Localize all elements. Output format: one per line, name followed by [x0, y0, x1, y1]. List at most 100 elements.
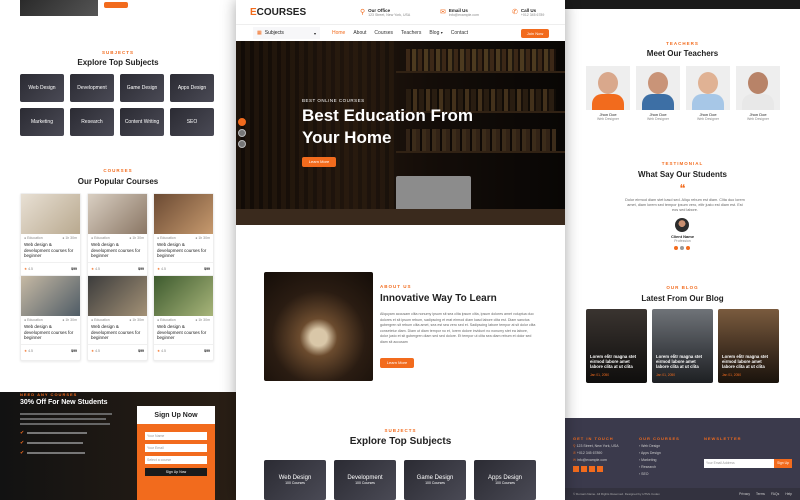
course-title[interactable]: Web design & development courses for beg… [21, 322, 80, 340]
subject-tile-label: SEO [186, 119, 198, 125]
slider-dot[interactable] [238, 140, 246, 148]
course-footer: ★ 4.5 $99 [88, 262, 147, 271]
site-logo[interactable]: ECOURSES [250, 7, 330, 18]
check-icon: ✔ [20, 440, 25, 446]
subject-tile[interactable]: Marketing [20, 108, 64, 136]
course-footer: ★ 4.5 $99 [88, 344, 147, 353]
subject-tile[interactable]: Content Writing [120, 108, 164, 136]
phone-icon: ✆ [573, 451, 576, 455]
subject-tile[interactable]: Web Design [20, 74, 64, 102]
teacher-card[interactable]: Jhon Doe Web Designer [736, 66, 780, 126]
teacher-card[interactable]: Jhon Doe Web Designer [636, 66, 680, 126]
star-icon: ★ [157, 349, 161, 353]
about-learn-more-button[interactable]: Learn More [380, 358, 414, 368]
teacher-card[interactable]: Jhon Doe Web Designer [686, 66, 730, 126]
course-rating: 4.5 [95, 349, 100, 353]
nav-blog[interactable]: Blog ▾ [429, 30, 442, 36]
newsletter-signup-button[interactable]: Sign Up [774, 459, 792, 468]
blog-card[interactable]: Lorem elitr magna stet eirmod labore ame… [718, 309, 779, 383]
blog-card[interactable]: Lorem elitr magna stet eirmod labore ame… [652, 309, 713, 383]
footer-link-text: SEO [641, 472, 649, 476]
footer-link-help[interactable]: Help [785, 492, 792, 496]
footer-course-link[interactable]: › Marketing [639, 458, 680, 462]
slider-dot[interactable] [238, 118, 246, 126]
subject-count: 100 Courses [285, 481, 305, 485]
teacher-card[interactable]: Jhon Doe Web Designer [586, 66, 630, 126]
nav-about[interactable]: About [353, 30, 366, 36]
join-now-button[interactable]: Join Now [521, 28, 549, 38]
blog-label: OUR BLOG [666, 285, 699, 290]
hero-title-line1: Best Education From [302, 106, 473, 125]
nav-home[interactable]: Home [332, 30, 345, 36]
nav-teachers[interactable]: Teachers [401, 30, 421, 36]
course-card[interactable]: ● Education ● 1h 30m Web design & develop… [153, 275, 214, 361]
subject-tile[interactable]: Game Design [120, 74, 164, 102]
subject-tile[interactable]: Development [70, 74, 114, 102]
blog-card[interactable]: Lorem elitr magna stet eirmod labore ame… [586, 309, 647, 383]
course-card[interactable]: ● Education ● 1h 30m Web design & develop… [87, 275, 148, 361]
subject-tile-label: Research [81, 119, 103, 125]
footer-link-privacy[interactable]: Privacy [739, 492, 750, 496]
facebook-icon[interactable] [581, 466, 587, 472]
nav-contact[interactable]: Contact [451, 30, 468, 36]
course-title[interactable]: Web design & development courses for beg… [88, 322, 147, 340]
linkedin-icon[interactable] [589, 466, 595, 472]
subject-tile[interactable]: Development 100 Courses [334, 460, 396, 500]
course-title[interactable]: Web design & development courses for beg… [154, 240, 213, 258]
courses-title: Our Popular Courses [77, 177, 159, 186]
name-field[interactable]: Your Name [145, 432, 207, 440]
slider-dot[interactable] [238, 129, 246, 137]
course-select[interactable]: Select a course [145, 456, 207, 464]
check-icon: ✔ [20, 430, 25, 436]
offer-section: NEED ANY COURSES 30% Off For New Student… [0, 392, 236, 500]
teacher-role: Web Designer [696, 117, 720, 121]
twitter-icon[interactable] [573, 466, 579, 472]
location-icon: ⚲ [573, 444, 576, 448]
course-rating: 4.5 [28, 267, 33, 271]
subject-tile[interactable]: Apps Design [170, 74, 214, 102]
nav-courses[interactable]: Courses [374, 30, 393, 36]
instagram-icon[interactable] [597, 466, 603, 472]
top-fragment-button[interactable] [104, 2, 128, 8]
contact-sub: 123 Street, New York, USA [368, 12, 411, 17]
course-image [154, 194, 213, 234]
course-footer: ★ 4.5 $99 [154, 262, 213, 271]
subject-tile[interactable]: Game Design 100 Courses [404, 460, 466, 500]
course-title[interactable]: Web design & development courses for beg… [88, 240, 147, 258]
copyright-text: © Domain Name. All Rights Reserved. Desi… [573, 492, 660, 496]
hero-eyebrow: BEST ONLINE COURSES [302, 98, 365, 103]
slider-dot[interactable] [674, 246, 678, 250]
subject-tile[interactable]: Research [70, 108, 114, 136]
footer-link-terms[interactable]: Terms [756, 492, 765, 496]
footer-email: ✉ info@example.com [573, 458, 619, 462]
subject-tile[interactable]: Web Design 100 Courses [264, 460, 326, 500]
subject-tile[interactable]: SEO [170, 108, 214, 136]
subject-tile-label: Content Writing [124, 119, 160, 125]
footer-course-link[interactable]: › Apps Design [639, 451, 680, 455]
slider-dot[interactable] [686, 246, 690, 250]
course-title[interactable]: Web design & development courses for beg… [21, 240, 80, 258]
hero-learn-more-button[interactable]: Learn More [302, 157, 336, 167]
footer-course-link[interactable]: › Web Design [639, 444, 680, 448]
subjects-label: SUBJECTS [101, 50, 134, 55]
teacher-photo [686, 66, 730, 110]
course-card[interactable]: ● Education ● 1h 30m Web design & develop… [20, 193, 81, 279]
footer-link-faqs[interactable]: FAQs [771, 492, 779, 496]
left-page-preview: SUBJECTS Explore Top Subjects Web Design… [0, 0, 236, 500]
signup-button[interactable]: Sign Up Now [145, 468, 207, 476]
footer-course-link[interactable]: › Research [639, 465, 680, 469]
chevron-down-icon: ▾ [440, 30, 443, 35]
course-card[interactable]: ● Education ● 1h 30m Web design & develop… [153, 193, 214, 279]
subject-tile[interactable]: Apps Design 100 Courses [474, 460, 536, 500]
course-footer: ★ 4.5 $99 [21, 262, 80, 271]
email-field[interactable]: Your Email [145, 444, 207, 452]
course-rating: 4.5 [161, 267, 166, 271]
subjects-dropdown[interactable]: ▦ Subjects ▾ [253, 27, 320, 39]
offer-label: NEED ANY COURSES [20, 392, 78, 397]
newsletter-email-input[interactable]: Your Email Address [704, 459, 774, 468]
course-card[interactable]: ● Education ● 1h 30m Web design & develop… [20, 275, 81, 361]
course-card[interactable]: ● Education ● 1h 30m Web design & develop… [87, 193, 148, 279]
footer-course-link[interactable]: › SEO [639, 472, 680, 476]
course-title[interactable]: Web design & development courses for beg… [154, 322, 213, 340]
slider-dot[interactable] [680, 246, 684, 250]
